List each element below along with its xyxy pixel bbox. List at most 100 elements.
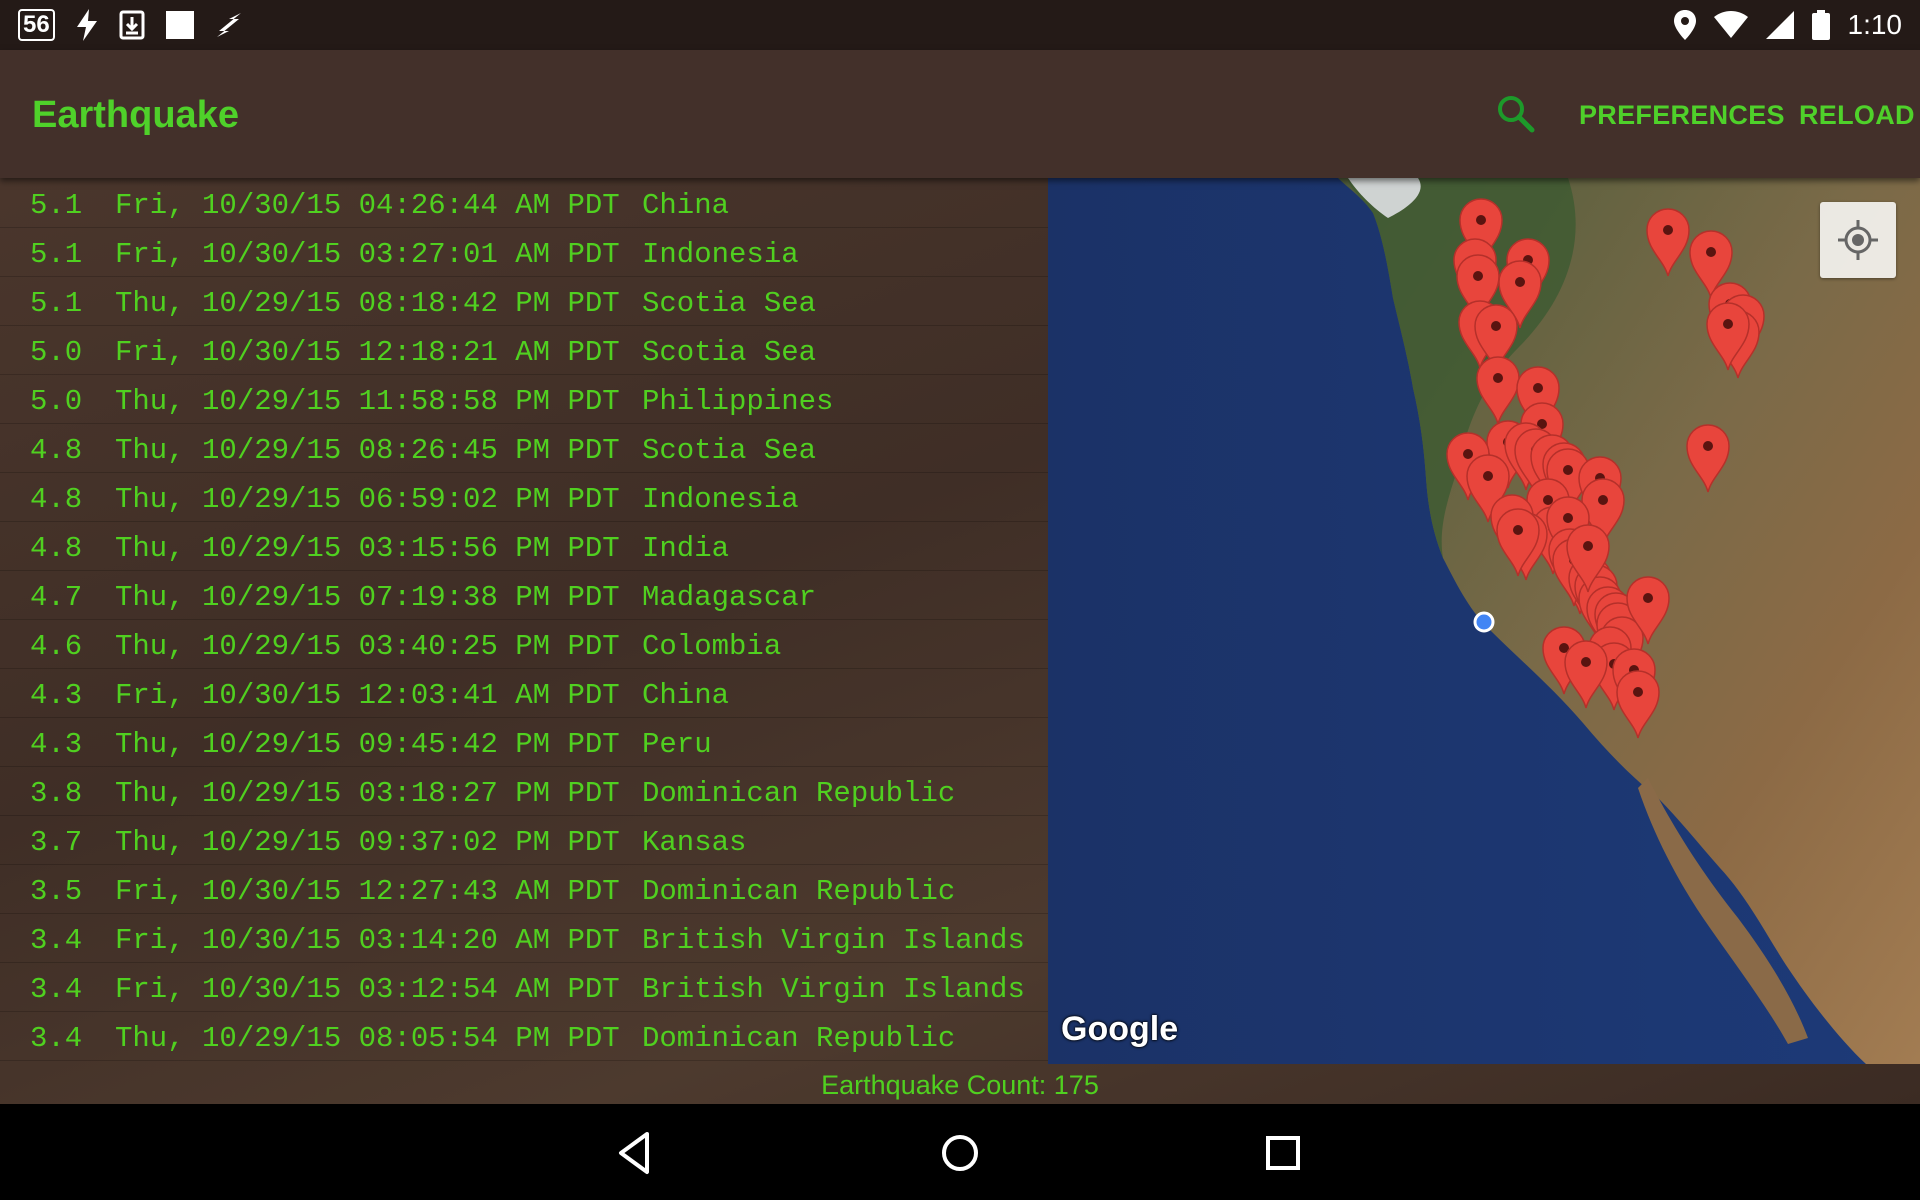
map-marker-dot xyxy=(1703,441,1713,451)
map-marker-dot xyxy=(1533,383,1543,393)
quake-place: Colombia xyxy=(642,630,782,663)
app-bar: Earthquake PREFERENCES RELOAD xyxy=(0,50,1920,178)
earthquake-list[interactable]: 5.1 Fri, 10/30/15 04:26:44 AM PDT China 5.1… xyxy=(0,178,1048,1064)
quake-magnitude: 5.1 xyxy=(30,189,83,222)
wifi-icon xyxy=(1713,11,1748,38)
white-square-icon xyxy=(165,11,194,39)
quake-date: Thu, 10/29/15 08:18:42 PM PDT xyxy=(115,287,620,320)
quake-place: British Virgin Islands xyxy=(642,973,1025,1006)
list-item[interactable]: 3.8 Thu, 10/29/15 03:18:27 PM PDT Dominica… xyxy=(0,766,1048,816)
list-item[interactable]: 3.4 Fri, 10/30/15 03:14:20 AM PDT British … xyxy=(0,913,1048,963)
map-marker-dot xyxy=(1598,495,1608,505)
reload-button[interactable]: RELOAD xyxy=(1799,100,1915,131)
quake-date: Fri, 10/30/15 04:26:44 AM PDT xyxy=(115,189,620,222)
quake-place: Dominican Republic xyxy=(642,777,956,810)
quake-place: Scotia Sea xyxy=(642,434,817,467)
quake-magnitude: 3.5 xyxy=(30,875,83,908)
list-item[interactable]: 4.8 Thu, 10/29/15 08:26:45 PM PDT Scotia S… xyxy=(0,423,1048,473)
list-item[interactable]: 4.7 Thu, 10/29/15 07:19:38 PM PDT Madagasc… xyxy=(0,570,1048,620)
map-marker-dot xyxy=(1581,657,1591,667)
location-icon xyxy=(1673,10,1696,40)
back-icon[interactable] xyxy=(611,1128,661,1178)
quake-date: Fri, 10/30/15 12:27:43 AM PDT xyxy=(115,875,620,908)
quake-place: Scotia Sea xyxy=(642,336,817,369)
map-marker-dot xyxy=(1473,271,1483,281)
list-item[interactable]: 5.1 Fri, 10/30/15 03:27:01 AM PDT Indonesi… xyxy=(0,227,1048,277)
list-item[interactable]: 3.5 Fri, 10/30/15 12:27:43 AM PDT Dominica… xyxy=(0,864,1048,914)
quake-place: Scotia Sea xyxy=(642,287,817,320)
recents-icon[interactable] xyxy=(1258,1128,1308,1178)
quake-place: Philippines xyxy=(642,385,834,418)
quake-magnitude: 4.7 xyxy=(30,581,83,614)
my-location-icon xyxy=(1838,220,1878,260)
map-marker-dot xyxy=(1493,373,1503,383)
clock: 1:10 xyxy=(1847,9,1903,40)
quake-magnitude: 5.0 xyxy=(30,385,83,418)
map-marker-dot xyxy=(1583,541,1593,551)
quake-date: Thu, 10/29/15 08:05:54 PM PDT xyxy=(115,1022,620,1055)
list-item[interactable]: 5.1 Fri, 10/30/15 04:26:44 AM PDT China xyxy=(0,178,1048,228)
map-marker-dot xyxy=(1663,225,1673,235)
earthquake-count: Earthquake Count: 175 xyxy=(821,1070,1099,1100)
map-marker-dot xyxy=(1563,465,1573,475)
google-logo: Google xyxy=(1061,1010,1179,1048)
navigation-bar xyxy=(0,1104,1920,1200)
quake-date: Thu, 10/29/15 09:45:42 PM PDT xyxy=(115,728,620,761)
map-marker-dot xyxy=(1513,525,1523,535)
list-item[interactable]: 3.4 Fri, 10/30/15 03:12:54 AM PDT British … xyxy=(0,962,1048,1012)
status-bar-left: 56 xyxy=(18,8,243,42)
quake-magnitude: 4.8 xyxy=(30,532,83,565)
quake-magnitude: 3.4 xyxy=(30,1022,83,1055)
map-marker-dot xyxy=(1543,495,1553,505)
list-item[interactable]: 4.8 Thu, 10/29/15 03:15:56 PM PDT India xyxy=(0,521,1048,571)
quake-place: Indonesia xyxy=(642,483,799,516)
list-item[interactable]: 4.6 Thu, 10/29/15 03:40:25 PM PDT Colombia xyxy=(0,619,1048,669)
map-marker-dot xyxy=(1643,593,1653,603)
list-item[interactable]: 4.3 Thu, 10/29/15 09:45:42 PM PDT Peru xyxy=(0,717,1048,767)
quake-magnitude: 3.4 xyxy=(30,973,83,1006)
quake-date: Thu, 10/29/15 03:15:56 PM PDT xyxy=(115,532,620,565)
my-location-button[interactable] xyxy=(1820,202,1896,278)
list-item[interactable]: 4.3 Fri, 10/30/15 12:03:41 AM PDT China xyxy=(0,668,1048,718)
map-marker-dot xyxy=(1563,513,1573,523)
list-item[interactable]: 5.0 Thu, 10/29/15 11:58:58 PM PDT Philippi… xyxy=(0,374,1048,424)
map-marker-dot xyxy=(1723,319,1733,329)
content-area: 5.1 Fri, 10/30/15 04:26:44 AM PDT China 5.1… xyxy=(0,178,1920,1104)
list-item[interactable]: 3.7 Thu, 10/29/15 09:37:02 PM PDT Kansas xyxy=(0,815,1048,865)
quake-magnitude: 4.3 xyxy=(30,728,83,761)
list-item[interactable]: 5.1 Thu, 10/29/15 08:18:42 PM PDT Scotia S… xyxy=(0,276,1048,326)
quake-magnitude: 3.4 xyxy=(30,924,83,957)
list-item[interactable]: 4.8 Thu, 10/29/15 06:59:02 PM PDT Indonesi… xyxy=(0,472,1048,522)
map-marker-dot xyxy=(1463,449,1473,459)
map-marker-dot xyxy=(1483,471,1493,481)
status-bar-right: 1:10 xyxy=(1673,8,1903,42)
quake-magnitude: 4.8 xyxy=(30,483,83,516)
quake-date: Fri, 10/30/15 03:14:20 AM PDT xyxy=(115,924,620,957)
quake-magnitude: 4.8 xyxy=(30,434,83,467)
notification-count-badge: 56 xyxy=(18,9,55,41)
download-icon xyxy=(119,10,145,40)
quake-place: British Virgin Islands xyxy=(642,924,1025,957)
map-view[interactable]: Google xyxy=(1048,178,1920,1064)
map-canvas[interactable] xyxy=(1048,178,1920,1064)
lightning-icon xyxy=(216,13,241,37)
battery-icon xyxy=(1811,10,1830,40)
search-icon[interactable] xyxy=(1494,92,1538,136)
preferences-button[interactable]: PREFERENCES xyxy=(1579,100,1785,131)
map-marker-dot xyxy=(1633,687,1643,697)
quake-date: Thu, 10/29/15 08:26:45 PM PDT xyxy=(115,434,620,467)
quake-place: Dominican Republic xyxy=(642,1022,956,1055)
quake-magnitude: 5.1 xyxy=(30,287,83,320)
home-icon[interactable] xyxy=(935,1128,985,1178)
quake-place: Kansas xyxy=(642,826,747,859)
quake-magnitude: 4.3 xyxy=(30,679,83,712)
app-title: Earthquake xyxy=(32,94,239,136)
quake-date: Fri, 10/30/15 03:12:54 AM PDT xyxy=(115,973,620,1006)
quake-date: Fri, 10/30/15 12:03:41 AM PDT xyxy=(115,679,620,712)
quake-magnitude: 5.0 xyxy=(30,336,83,369)
list-item[interactable]: 5.0 Fri, 10/30/15 12:18:21 AM PDT Scotia S… xyxy=(0,325,1048,375)
quake-place: Peru xyxy=(642,728,712,761)
quake-date: Thu, 10/29/15 09:37:02 PM PDT xyxy=(115,826,620,859)
map-marker-dot xyxy=(1515,277,1525,287)
list-item[interactable]: 3.4 Thu, 10/29/15 08:05:54 PM PDT Dominica… xyxy=(0,1011,1048,1061)
